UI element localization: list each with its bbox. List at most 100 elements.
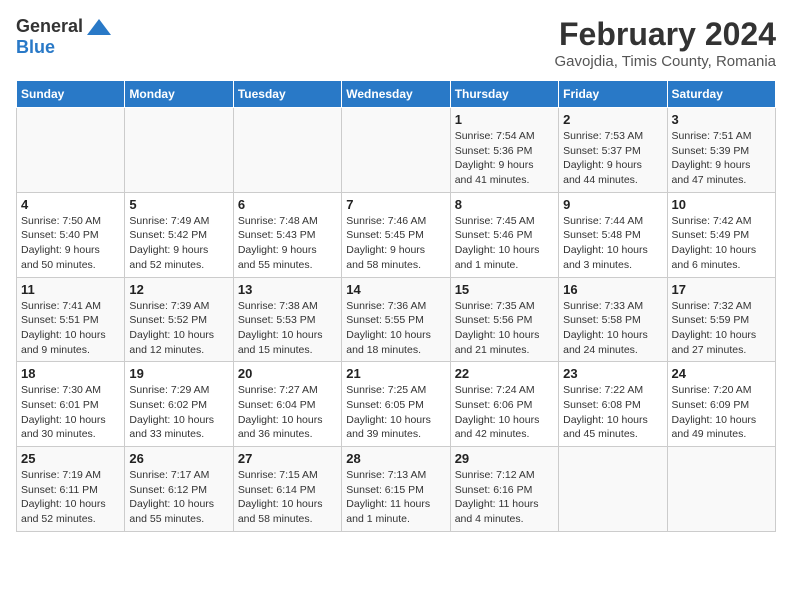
month-title: February 2024: [555, 16, 776, 53]
header-friday: Friday: [559, 81, 667, 108]
calendar-cell: 27 Sunrise: 7:15 AM Sunset: 6:14 PM Dayli…: [233, 447, 341, 532]
logo-blue-text: Blue: [16, 37, 55, 58]
day-info: Sunrise: 7:24 AM Sunset: 6:06 PM Dayligh…: [455, 383, 554, 442]
day-info: Sunrise: 7:51 AM Sunset: 5:39 PM Dayligh…: [672, 129, 771, 188]
header-monday: Monday: [125, 81, 233, 108]
logo: General Blue: [16, 16, 113, 58]
calendar-cell: 23 Sunrise: 7:22 AM Sunset: 6:08 PM Dayli…: [559, 362, 667, 447]
day-number: 16: [563, 282, 662, 297]
calendar-cell: 12 Sunrise: 7:39 AM Sunset: 5:52 PM Dayli…: [125, 277, 233, 362]
calendar-cell: 13 Sunrise: 7:38 AM Sunset: 5:53 PM Dayli…: [233, 277, 341, 362]
day-info: Sunrise: 7:30 AM Sunset: 6:01 PM Dayligh…: [21, 383, 120, 442]
calendar-cell: 11 Sunrise: 7:41 AM Sunset: 5:51 PM Dayli…: [17, 277, 125, 362]
day-number: 13: [238, 282, 337, 297]
day-info: Sunrise: 7:44 AM Sunset: 5:48 PM Dayligh…: [563, 214, 662, 273]
day-info: Sunrise: 7:15 AM Sunset: 6:14 PM Dayligh…: [238, 468, 337, 527]
day-number: 21: [346, 366, 445, 381]
calendar-cell: 24 Sunrise: 7:20 AM Sunset: 6:09 PM Dayli…: [667, 362, 775, 447]
calendar-cell: [342, 108, 450, 193]
day-number: 25: [21, 451, 120, 466]
calendar-cell: [667, 447, 775, 532]
day-info: Sunrise: 7:39 AM Sunset: 5:52 PM Dayligh…: [129, 299, 228, 358]
day-number: 11: [21, 282, 120, 297]
day-number: 1: [455, 112, 554, 127]
day-number: 10: [672, 197, 771, 212]
day-info: Sunrise: 7:45 AM Sunset: 5:46 PM Dayligh…: [455, 214, 554, 273]
calendar-cell: 19 Sunrise: 7:29 AM Sunset: 6:02 PM Dayli…: [125, 362, 233, 447]
calendar-week-row: 11 Sunrise: 7:41 AM Sunset: 5:51 PM Dayli…: [17, 277, 776, 362]
day-info: Sunrise: 7:54 AM Sunset: 5:36 PM Dayligh…: [455, 129, 554, 188]
header: General Blue February 2024 Gavojdia, Tim…: [16, 16, 776, 70]
day-info: Sunrise: 7:32 AM Sunset: 5:59 PM Dayligh…: [672, 299, 771, 358]
day-info: Sunrise: 7:33 AM Sunset: 5:58 PM Dayligh…: [563, 299, 662, 358]
calendar-header-row: SundayMondayTuesdayWednesdayThursdayFrid…: [17, 81, 776, 108]
day-info: Sunrise: 7:17 AM Sunset: 6:12 PM Dayligh…: [129, 468, 228, 527]
day-info: Sunrise: 7:53 AM Sunset: 5:37 PM Dayligh…: [563, 129, 662, 188]
day-info: Sunrise: 7:41 AM Sunset: 5:51 PM Dayligh…: [21, 299, 120, 358]
location-subtitle: Gavojdia, Timis County, Romania: [555, 53, 776, 70]
calendar-cell: 9 Sunrise: 7:44 AM Sunset: 5:48 PM Daylig…: [559, 192, 667, 277]
day-number: 17: [672, 282, 771, 297]
day-number: 18: [21, 366, 120, 381]
calendar-cell: 8Sunrise: 7:45 AM Sunset: 5:46 PM Daylig…: [450, 192, 558, 277]
day-info: Sunrise: 7:13 AM Sunset: 6:15 PM Dayligh…: [346, 468, 445, 527]
calendar-cell: 28 Sunrise: 7:13 AM Sunset: 6:15 PM Dayli…: [342, 447, 450, 532]
day-number: 24: [672, 366, 771, 381]
header-wednesday: Wednesday: [342, 81, 450, 108]
calendar-cell: 25 Sunrise: 7:19 AM Sunset: 6:11 PM Dayli…: [17, 447, 125, 532]
calendar-cell: 20 Sunrise: 7:27 AM Sunset: 6:04 PM Dayli…: [233, 362, 341, 447]
calendar-cell: 2Sunrise: 7:53 AM Sunset: 5:37 PM Daylig…: [559, 108, 667, 193]
calendar-cell: 17 Sunrise: 7:32 AM Sunset: 5:59 PM Dayli…: [667, 277, 775, 362]
day-info: Sunrise: 7:35 AM Sunset: 5:56 PM Dayligh…: [455, 299, 554, 358]
calendar-week-row: 4 Sunrise: 7:50 AM Sunset: 5:40 PM Daylig…: [17, 192, 776, 277]
calendar-week-row: 25 Sunrise: 7:19 AM Sunset: 6:11 PM Dayli…: [17, 447, 776, 532]
calendar-cell: 3Sunrise: 7:51 AM Sunset: 5:39 PM Daylig…: [667, 108, 775, 193]
day-number: 5: [129, 197, 228, 212]
day-info: Sunrise: 7:19 AM Sunset: 6:11 PM Dayligh…: [21, 468, 120, 527]
day-info: Sunrise: 7:49 AM Sunset: 5:42 PM Dayligh…: [129, 214, 228, 273]
calendar-week-row: 18 Sunrise: 7:30 AM Sunset: 6:01 PM Dayli…: [17, 362, 776, 447]
day-number: 23: [563, 366, 662, 381]
day-number: 9: [563, 197, 662, 212]
day-info: Sunrise: 7:38 AM Sunset: 5:53 PM Dayligh…: [238, 299, 337, 358]
day-info: Sunrise: 7:48 AM Sunset: 5:43 PM Dayligh…: [238, 214, 337, 273]
calendar-cell: 4 Sunrise: 7:50 AM Sunset: 5:40 PM Daylig…: [17, 192, 125, 277]
calendar-cell: 10 Sunrise: 7:42 AM Sunset: 5:49 PM Dayli…: [667, 192, 775, 277]
calendar-table: SundayMondayTuesdayWednesdayThursdayFrid…: [16, 80, 776, 532]
calendar-cell: [125, 108, 233, 193]
day-info: Sunrise: 7:20 AM Sunset: 6:09 PM Dayligh…: [672, 383, 771, 442]
day-info: Sunrise: 7:12 AM Sunset: 6:16 PM Dayligh…: [455, 468, 554, 527]
day-number: 7: [346, 197, 445, 212]
day-info: Sunrise: 7:46 AM Sunset: 5:45 PM Dayligh…: [346, 214, 445, 273]
calendar-cell: 5 Sunrise: 7:49 AM Sunset: 5:42 PM Daylig…: [125, 192, 233, 277]
calendar-week-row: 1 Sunrise: 7:54 AM Sunset: 5:36 PM Daylig…: [17, 108, 776, 193]
day-info: Sunrise: 7:50 AM Sunset: 5:40 PM Dayligh…: [21, 214, 120, 273]
day-number: 19: [129, 366, 228, 381]
calendar-cell: 26 Sunrise: 7:17 AM Sunset: 6:12 PM Dayli…: [125, 447, 233, 532]
day-number: 12: [129, 282, 228, 297]
day-info: Sunrise: 7:42 AM Sunset: 5:49 PM Dayligh…: [672, 214, 771, 273]
header-saturday: Saturday: [667, 81, 775, 108]
calendar-cell: [559, 447, 667, 532]
calendar-cell: [233, 108, 341, 193]
day-info: Sunrise: 7:29 AM Sunset: 6:02 PM Dayligh…: [129, 383, 228, 442]
day-number: 15: [455, 282, 554, 297]
day-number: 28: [346, 451, 445, 466]
day-number: 26: [129, 451, 228, 466]
day-number: 6: [238, 197, 337, 212]
calendar-cell: [17, 108, 125, 193]
day-info: Sunrise: 7:36 AM Sunset: 5:55 PM Dayligh…: [346, 299, 445, 358]
day-info: Sunrise: 7:27 AM Sunset: 6:04 PM Dayligh…: [238, 383, 337, 442]
calendar-cell: 21 Sunrise: 7:25 AM Sunset: 6:05 PM Dayli…: [342, 362, 450, 447]
calendar-cell: 1 Sunrise: 7:54 AM Sunset: 5:36 PM Daylig…: [450, 108, 558, 193]
day-info: Sunrise: 7:22 AM Sunset: 6:08 PM Dayligh…: [563, 383, 662, 442]
calendar-cell: 22Sunrise: 7:24 AM Sunset: 6:06 PM Dayli…: [450, 362, 558, 447]
header-thursday: Thursday: [450, 81, 558, 108]
calendar-cell: 16 Sunrise: 7:33 AM Sunset: 5:58 PM Dayli…: [559, 277, 667, 362]
calendar-cell: 18 Sunrise: 7:30 AM Sunset: 6:01 PM Dayli…: [17, 362, 125, 447]
day-info: Sunrise: 7:25 AM Sunset: 6:05 PM Dayligh…: [346, 383, 445, 442]
day-number: 20: [238, 366, 337, 381]
day-number: 4: [21, 197, 120, 212]
calendar-cell: 6 Sunrise: 7:48 AM Sunset: 5:43 PM Daylig…: [233, 192, 341, 277]
day-number: 27: [238, 451, 337, 466]
